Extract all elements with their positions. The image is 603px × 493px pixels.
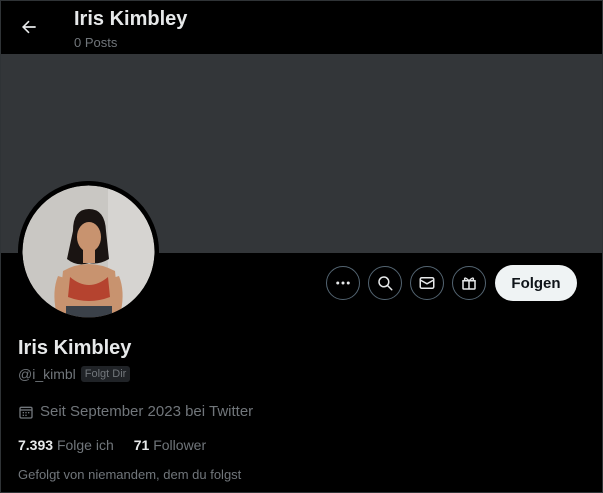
following-label: Folge ich [56,437,114,453]
joined-date: Seit September 2023 bei Twitter [18,403,253,420]
calendar-icon [19,406,33,419]
header-name: Iris Kimbley [74,8,188,30]
avatar[interactable] [18,181,159,322]
followers-count: 71 [133,437,150,453]
profile-header: Iris Kimbley 0 Posts [0,0,603,54]
handle-row: @i_kimbl Folgt Dir [18,366,131,382]
mail-icon [419,277,435,289]
following-link[interactable]: 7.393 Folge ich [18,437,114,453]
followers-label: Follower [153,437,207,453]
profile-actions: Folgen [326,265,577,301]
more-button[interactable] [326,266,360,300]
header-post-count: 0 Posts [74,35,118,50]
back-button[interactable] [16,14,42,40]
more-icon [336,281,350,285]
followers-link[interactable]: 71 Follower [134,437,206,453]
follow-stats: 7.393 Folge ich 71 Follower [18,437,206,453]
avatar-photo [18,181,159,322]
follow-button[interactable]: Folgen [495,265,577,301]
profile-handle: @i_kimbl [18,366,76,382]
profile-name: Iris Kimbley [18,337,132,359]
joined-text: Seit September 2023 bei Twitter [40,403,254,420]
arrow-left-icon [22,20,36,34]
message-button[interactable] [410,266,444,300]
gift-button[interactable] [452,266,486,300]
followed-by-text: Gefolgt von niemandem, dem du folgst [18,467,242,482]
search-button[interactable] [368,266,402,300]
gift-icon [462,277,476,290]
search-icon [378,276,393,291]
follows-you-badge: Folgt Dir [80,366,131,382]
following-count: 7.393 [18,437,54,453]
